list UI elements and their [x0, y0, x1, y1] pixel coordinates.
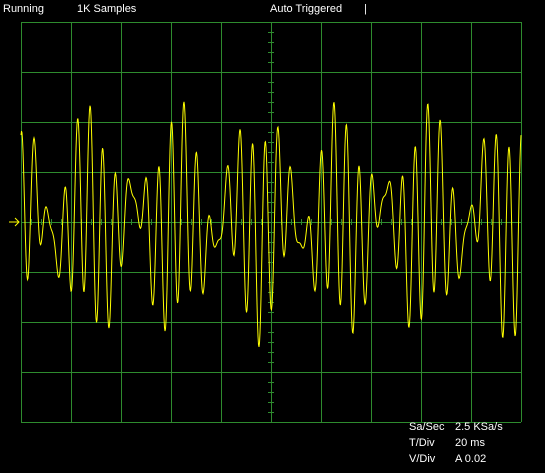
- sample-rate-readout: Sa/Sec 2.5 KSa/s: [409, 421, 539, 435]
- sample-rate-value: 2.5 KSa/s: [455, 421, 503, 433]
- volt-div-label: V/Div: [409, 453, 436, 465]
- scope-screen: [9, 22, 522, 423]
- volt-div-value: A 0.02: [455, 453, 487, 465]
- time-div-label: T/Div: [409, 437, 435, 449]
- run-state-indicator[interactable]: Running: [3, 3, 44, 15]
- trigger-position-marker: |: [364, 3, 367, 15]
- channel-a-ground-arrow-icon: [9, 217, 20, 227]
- sample-rate-label: Sa/Sec: [409, 421, 445, 433]
- sample-count-indicator[interactable]: 1K Samples: [77, 3, 136, 15]
- trigger-mode-indicator[interactable]: Auto Triggered: [270, 3, 342, 15]
- time-div-value: 20 ms: [455, 437, 485, 449]
- time-div-readout: T/Div 20 ms: [409, 437, 539, 451]
- status-bar: Running 1K Samples Auto Triggered |: [0, 0, 545, 18]
- volt-div-readout: V/Div A 0.02: [409, 453, 539, 467]
